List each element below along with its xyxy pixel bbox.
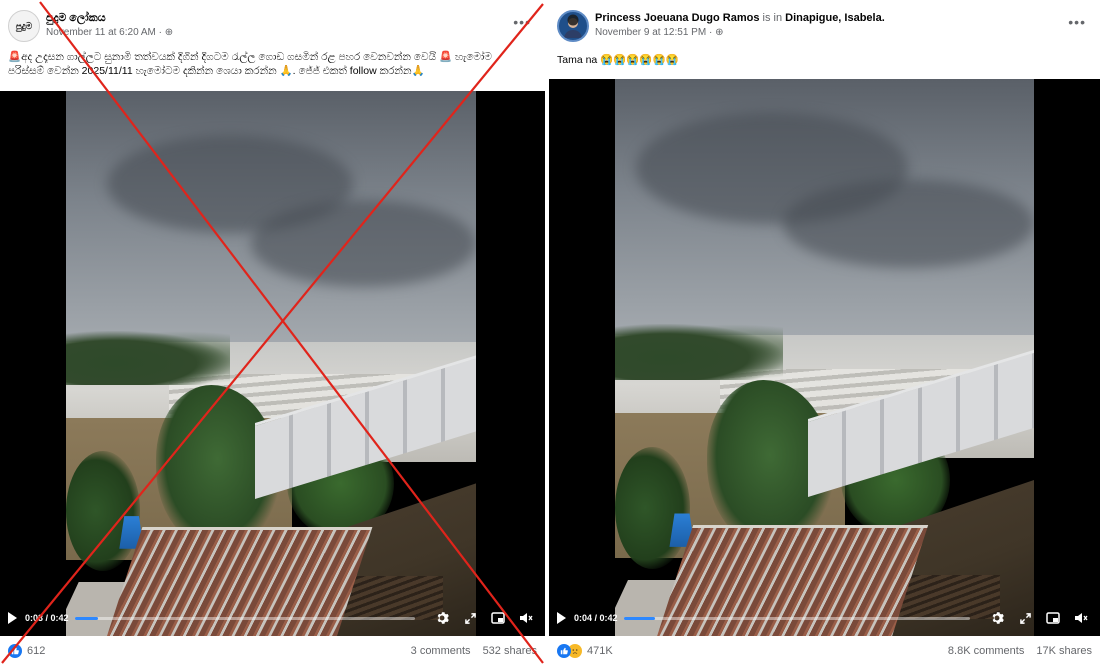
volume-muted-icon[interactable] <box>1070 607 1092 629</box>
author-name[interactable]: Princess Joeuana Dugo Ramos <box>595 12 759 24</box>
picture-in-picture-icon[interactable] <box>1042 607 1064 629</box>
distant-trees <box>615 324 783 380</box>
video-time: 0:03 / 0:42 <box>25 613 69 623</box>
expand-icon[interactable] <box>1014 607 1036 629</box>
video-time: 0:04 / 0:42 <box>574 613 618 623</box>
globe-icon: ⊕ <box>164 27 174 38</box>
video-player[interactable]: 0:03 / 0:42 <box>0 91 545 636</box>
post-left: පුදුම පුදුම ලෝකය November 11 at 6:20 AM … <box>0 0 545 665</box>
distant-trees <box>66 330 230 386</box>
author-name[interactable]: පුදුම ලෝකය <box>46 12 106 24</box>
like-reaction-icon <box>8 643 22 658</box>
author-line: Princess Joeuana Dugo Ramos is in Dinapi… <box>595 12 885 24</box>
post-footer: 612 3 comments 532 shares <box>0 636 545 665</box>
post-header: පුදුම පුදුම ලෝකය November 11 at 6:20 AM … <box>0 0 545 46</box>
tree <box>66 450 140 571</box>
reaction-count[interactable]: 471K <box>587 645 613 657</box>
post-caption: Tama na 😭😭😭😭😭😭 <box>557 54 679 66</box>
video-progress-fill <box>74 616 99 620</box>
profile-avatar[interactable] <box>557 10 589 42</box>
reaction-count[interactable]: 612 <box>27 645 45 657</box>
video-controls: 0:03 / 0:42 <box>0 600 545 636</box>
author-suffix: is in <box>759 12 786 24</box>
timestamp-text[interactable]: November 9 at 12:51 PM · <box>595 27 715 38</box>
post-right: Princess Joeuana Dugo Ramos is in Dinapi… <box>549 0 1100 665</box>
comment-count[interactable]: 3 comments <box>411 645 471 657</box>
more-options-icon[interactable]: ••• <box>513 14 531 30</box>
timestamp-text[interactable]: November 11 at 6:20 AM · <box>46 27 165 38</box>
page-name[interactable]: පුදුම ලෝකය <box>46 12 106 25</box>
share-count[interactable]: 532 shares <box>483 645 537 657</box>
post-timestamp[interactable]: November 9 at 12:51 PM · ⊕ <box>595 27 723 38</box>
comment-count[interactable]: 8.8K comments <box>948 645 1024 657</box>
video-controls: 0:04 / 0:42 <box>549 600 1100 636</box>
gear-icon[interactable] <box>986 607 1008 629</box>
post-caption: 🚨අද උදෑසන ගාල්ලට සුනාමි තත්වයක් දිගින් ද… <box>8 51 492 77</box>
tree <box>615 446 691 570</box>
volume-muted-icon[interactable] <box>515 607 537 629</box>
post-timestamp[interactable]: November 11 at 6:20 AM · ⊕ <box>46 27 173 38</box>
video-progress-bar[interactable] <box>74 616 415 620</box>
play-icon[interactable] <box>8 612 17 624</box>
post-header: Princess Joeuana Dugo Ramos is in Dinapi… <box>549 0 1100 46</box>
more-options-icon[interactable]: ••• <box>1068 14 1086 30</box>
post-footer: 471K 8.8K comments 17K shares <box>549 636 1100 665</box>
like-reaction-icon <box>557 643 571 658</box>
globe-icon: ⊕ <box>715 27 724 38</box>
gear-icon[interactable] <box>431 607 453 629</box>
video-frame[interactable] <box>66 91 476 636</box>
dark-cloud <box>782 179 1034 269</box>
video-frame[interactable] <box>615 79 1034 636</box>
location-link[interactable]: Dinapigue, Isabela. <box>785 12 885 24</box>
picture-in-picture-icon[interactable] <box>487 607 509 629</box>
share-count[interactable]: 17K shares <box>1036 645 1092 657</box>
video-progress-bar[interactable] <box>623 616 970 620</box>
expand-icon[interactable] <box>459 607 481 629</box>
page-avatar[interactable]: පුදුම <box>8 10 40 42</box>
reaction-icons[interactable] <box>8 643 22 658</box>
video-progress-fill <box>623 616 655 620</box>
dark-cloud <box>250 200 476 288</box>
play-icon[interactable] <box>557 612 566 624</box>
reaction-icons[interactable] <box>557 643 582 658</box>
video-player[interactable]: 0:04 / 0:42 <box>549 79 1100 636</box>
